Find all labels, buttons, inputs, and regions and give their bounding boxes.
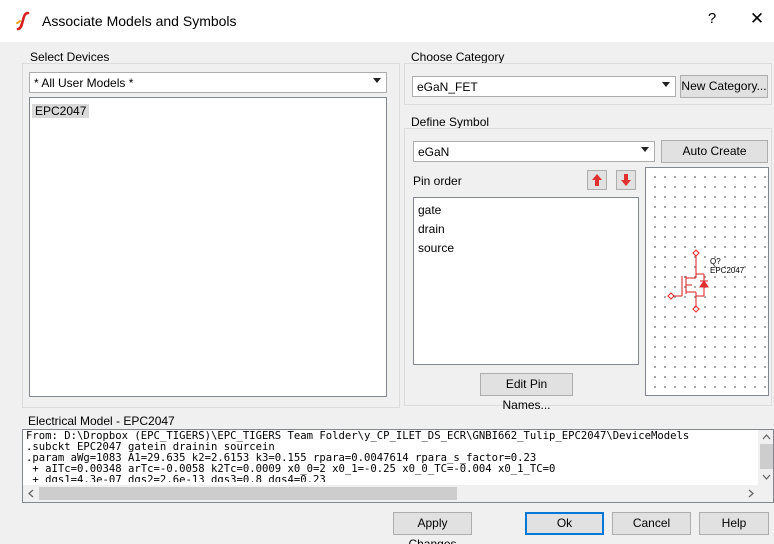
electrical-model-text[interactable]: From: D:\Dropbox (EPC_TIGERS)\EPC_TIGERS… bbox=[22, 429, 774, 503]
scroll-left-icon[interactable] bbox=[27, 489, 35, 498]
move-pin-down-button[interactable] bbox=[616, 170, 636, 190]
symbol-part-label: EPC2047 bbox=[710, 266, 745, 275]
symbol-ref-label: Q? bbox=[710, 257, 721, 266]
choose-category-label: Choose Category bbox=[411, 50, 505, 64]
chevron-down-icon bbox=[641, 147, 649, 152]
model-line: + dgs1=4.3e-07 dgs2=2.6e-13 dgs3=0.8 dgs… bbox=[26, 475, 326, 482]
device-filter-value: * All User Models * bbox=[34, 76, 134, 90]
cancel-button[interactable]: Cancel bbox=[612, 512, 691, 535]
vertical-scrollbar[interactable] bbox=[758, 430, 773, 485]
close-icon[interactable]: ✕ bbox=[744, 9, 770, 33]
scroll-up-icon[interactable] bbox=[762, 433, 771, 441]
define-symbol-label: Define Symbol bbox=[411, 115, 490, 129]
electrical-model-label: Electrical Model - EPC2047 bbox=[28, 414, 175, 428]
device-filter-dropdown[interactable]: * All User Models * bbox=[29, 72, 387, 93]
pin-list-item[interactable]: drain bbox=[418, 222, 445, 236]
horizontal-scroll-thumb[interactable] bbox=[39, 487, 457, 500]
edit-pin-names-button[interactable]: Edit Pin Names... bbox=[480, 373, 573, 412]
apply-changes-button[interactable]: Apply Changes bbox=[393, 512, 472, 544]
model-line: + aITc=0.00348 arTc=-0.0058 k2Tc=0.0009 … bbox=[26, 463, 556, 475]
title-help-button[interactable]: ? bbox=[700, 10, 724, 32]
symbol-dropdown[interactable]: eGaN bbox=[413, 141, 655, 162]
chevron-down-icon bbox=[373, 78, 381, 83]
move-pin-up-button[interactable] bbox=[587, 170, 607, 190]
new-category-button[interactable]: New Category... bbox=[680, 75, 768, 98]
symbol-preview: Q? EPC2047 bbox=[645, 167, 769, 396]
auto-create-symbol-button[interactable]: Auto Create Symbol bbox=[661, 140, 768, 179]
chevron-down-icon bbox=[662, 82, 670, 87]
device-list-item[interactable]: EPC2047 bbox=[32, 104, 90, 118]
device-list[interactable]: EPC2047 bbox=[29, 97, 387, 397]
pin-order-list[interactable]: gate drain source bbox=[413, 197, 639, 365]
category-value: eGaN_FET bbox=[417, 80, 478, 94]
title-bar: Associate Models and Symbols ? ✕ bbox=[0, 0, 774, 42]
vertical-scroll-thumb[interactable] bbox=[760, 444, 773, 469]
arrow-down-icon bbox=[621, 174, 631, 186]
window-title: Associate Models and Symbols bbox=[42, 13, 237, 29]
pin-order-label: Pin order bbox=[413, 174, 462, 188]
horizontal-scrollbar[interactable] bbox=[23, 485, 773, 502]
arrow-up-icon bbox=[592, 174, 602, 186]
select-devices-label: Select Devices bbox=[30, 50, 110, 64]
pin-list-item[interactable]: source bbox=[418, 241, 454, 255]
ltspice-app-icon bbox=[16, 11, 30, 31]
symbol-value: eGaN bbox=[418, 145, 450, 159]
help-button[interactable]: Help bbox=[699, 512, 769, 535]
ok-button[interactable]: Ok bbox=[525, 512, 604, 535]
pin-list-item[interactable]: gate bbox=[418, 203, 441, 217]
category-dropdown[interactable]: eGaN_FET bbox=[412, 76, 676, 97]
scroll-down-icon[interactable] bbox=[762, 473, 771, 481]
egan-fet-symbol: Q? EPC2047 bbox=[667, 249, 745, 313]
scroll-right-icon[interactable] bbox=[747, 489, 755, 498]
